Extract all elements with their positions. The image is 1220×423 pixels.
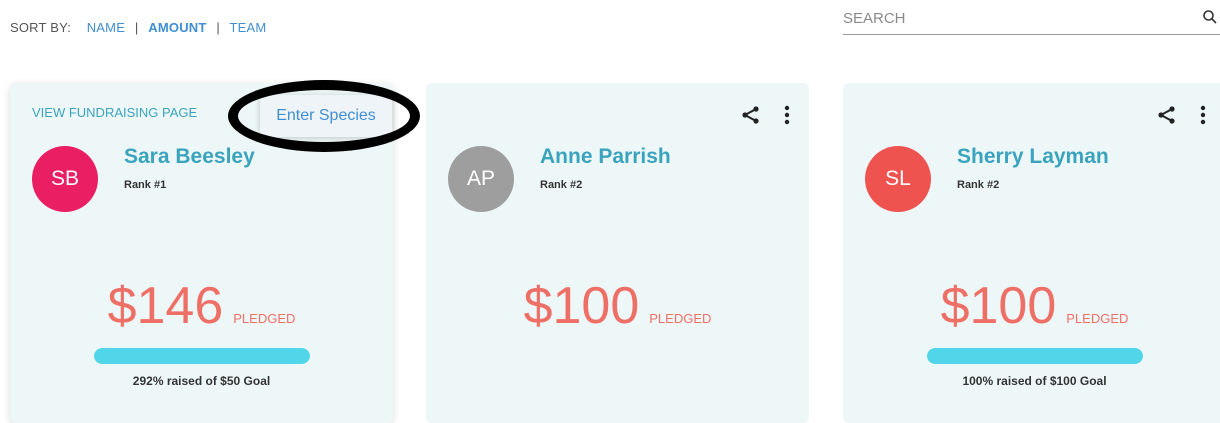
avatar: SL: [865, 146, 931, 212]
pledge-amount: $100 PLEDGED: [426, 276, 809, 336]
pledged-label: PLEDGED: [233, 311, 296, 326]
amount-value: $100: [523, 277, 640, 335]
pledge-amount: $146 PLEDGED: [10, 276, 393, 336]
enter-species-menu-item[interactable]: Enter Species: [260, 95, 392, 137]
search-bar: [843, 8, 1220, 35]
progress-bar: [94, 348, 310, 364]
sort-option-amount[interactable]: AMOUNT: [148, 20, 206, 35]
sort-option-team[interactable]: TEAM: [230, 20, 267, 35]
fundraiser-card: SL Sherry Layman Rank #2 $100 PLEDGED 100…: [843, 83, 1220, 423]
sort-label: SORT BY:: [10, 20, 72, 35]
sort-option-name[interactable]: NAME: [87, 20, 125, 35]
avatar: AP: [448, 146, 514, 212]
goal-text: 100% raised of $100 Goal: [962, 374, 1107, 388]
fundraiser-rank: Rank #1: [124, 179, 167, 191]
avatar: SB: [32, 146, 98, 212]
more-options-icon[interactable]: [783, 105, 791, 125]
fundraiser-name[interactable]: Sara Beesley: [124, 145, 255, 169]
share-icon[interactable]: [741, 105, 761, 125]
share-icon[interactable]: [1157, 105, 1177, 125]
search-input[interactable]: [843, 8, 1183, 29]
sort-separator: |: [216, 20, 220, 35]
amount-value: $146: [107, 277, 224, 335]
fundraiser-name[interactable]: Sherry Layman: [957, 145, 1109, 169]
fundraiser-rank: Rank #2: [540, 179, 583, 191]
sort-separator: |: [134, 20, 139, 35]
view-fundraising-page-link[interactable]: VIEW FUNDRAISING PAGE: [32, 105, 197, 120]
fundraiser-name[interactable]: Anne Parrish: [540, 145, 671, 169]
pledged-label: PLEDGED: [1066, 311, 1129, 326]
amount-value: $100: [940, 277, 1057, 335]
fundraiser-rank: Rank #2: [957, 179, 1000, 191]
progress-bar: [927, 348, 1143, 364]
sort-bar: SORT BY: NAME | AMOUNT | TEAM: [10, 20, 266, 35]
search-icon[interactable]: [1202, 9, 1218, 25]
progress-fill: [927, 348, 1143, 364]
progress-fill: [94, 348, 310, 364]
goal-text: 292% raised of $50 Goal: [132, 374, 271, 388]
pledged-label: PLEDGED: [649, 311, 712, 326]
more-options-icon[interactable]: [1199, 105, 1207, 125]
pledge-amount: $100 PLEDGED: [843, 276, 1220, 336]
fundraiser-card: AP Anne Parrish Rank #2 $100 PLEDGED: [426, 83, 809, 423]
